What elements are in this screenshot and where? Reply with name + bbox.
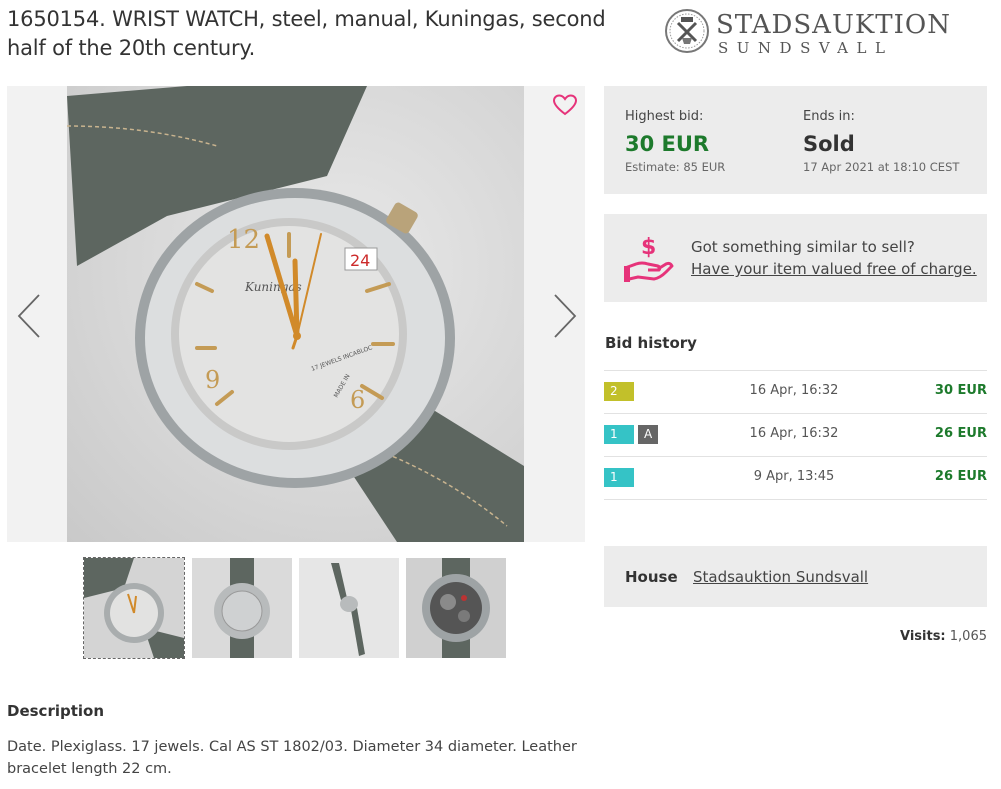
bid-amount: 26 EUR [934, 426, 987, 441]
thumbnail-side[interactable] [299, 558, 399, 658]
numeral-9: 9 [205, 366, 220, 394]
visits-label: Visits: [900, 629, 946, 644]
image-gallery: 12 9 6 24 Kuningas 17 JEWELS INCABLOC MA… [7, 86, 585, 542]
bid-date: 16 Apr, 16:32 [749, 383, 839, 398]
visits-counter: Visits: 1,065 [900, 629, 987, 644]
svg-text:$: $ [641, 235, 656, 260]
valuation-link[interactable]: Have your item valued free of charge. [691, 260, 977, 278]
bid-date: 16 Apr, 16:32 [749, 426, 839, 441]
house-link[interactable]: Stadsauktion Sundsvall [693, 568, 868, 586]
favorite-heart-icon[interactable] [553, 94, 577, 116]
numeral-12: 12 [227, 225, 260, 255]
previous-image-arrow-icon[interactable] [15, 291, 45, 341]
money-hand-icon: $ [624, 235, 674, 282]
visits-count: 1,065 [949, 629, 987, 644]
highest-bid-value: 30 EUR [625, 132, 710, 156]
ends-in-label: Ends in: [803, 109, 855, 124]
logo-name: STADSAUKTION [716, 10, 951, 40]
thumbnail-back[interactable] [192, 558, 292, 658]
dial-brand: Kuningas [244, 280, 302, 294]
lot-title: 1650154. WRIST WATCH, steel, manual, Kun… [7, 7, 606, 60]
watch-illustration: 12 9 6 24 Kuningas 17 JEWELS INCABLOC MA… [67, 86, 524, 542]
sell-question: Got something similar to sell? [691, 238, 915, 256]
sell-similar-panel: $ Got something similar to sell? Have yo… [604, 214, 987, 302]
bid-history-table: 2 16 Apr, 16:32 30 EUR 1 A 16 Apr, 16:32 26 EU… [604, 370, 987, 500]
thumbnail-movement[interactable] [406, 558, 506, 658]
date-window: 24 [350, 251, 370, 270]
stadsauktion-logo[interactable]: STADSAUKTION SUNDSVALL [664, 8, 950, 57]
thumbnail-front[interactable] [83, 557, 185, 659]
bid-history-row: 1 9 Apr, 13:45 26 EUR [604, 456, 987, 500]
bid-summary-panel: Highest bid: 30 EUR Estimate: 85 EUR End… [604, 86, 987, 194]
bid-history-row: 2 16 Apr, 16:32 30 EUR [604, 370, 987, 413]
bid-amount: 30 EUR [934, 383, 987, 398]
bidder-badge: 1 [604, 468, 634, 487]
house-panel: House Stadsauktion Sundsvall [604, 546, 987, 607]
bidder-badge: 2 [604, 382, 634, 401]
bid-history-row: 1 A 16 Apr, 16:32 26 EUR [604, 413, 987, 456]
estimate-value: Estimate: 85 EUR [625, 160, 726, 174]
bid-date: 9 Apr, 13:45 [753, 469, 835, 484]
bidder-badge: 1 [604, 425, 634, 444]
description-title: Description [7, 702, 105, 720]
main-photo[interactable]: 12 9 6 24 Kuningas 17 JEWELS INCABLOC MA… [67, 86, 524, 542]
numeral-6: 6 [350, 386, 365, 414]
highest-bid-label: Highest bid: [625, 109, 704, 124]
sale-status: Sold [803, 132, 855, 156]
house-label: House [625, 568, 678, 586]
seal-icon [665, 9, 709, 53]
auto-bid-badge: A [638, 425, 658, 444]
bid-amount: 26 EUR [934, 469, 987, 484]
end-date: 17 Apr 2021 at 18:10 CEST [803, 160, 960, 174]
bid-history-title: Bid history [605, 334, 697, 352]
logo-city: SUNDSVALL [718, 39, 894, 57]
description-text: Date. Plexiglass. 17 jewels. Cal AS ST 1… [7, 739, 577, 777]
next-image-arrow-icon[interactable] [549, 291, 579, 341]
